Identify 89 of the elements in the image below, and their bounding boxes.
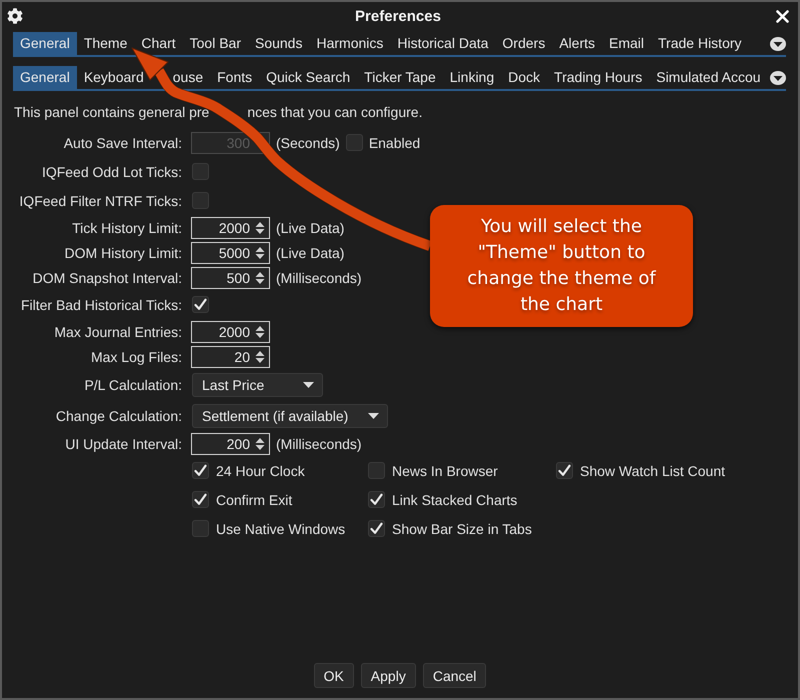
setting-label: IQFeed Odd Lot Ticks: bbox=[40, 164, 182, 180]
number-field[interactable]: 500 bbox=[191, 266, 270, 288]
checkbox[interactable] bbox=[192, 163, 209, 180]
stepper-arrows-icon[interactable] bbox=[255, 270, 265, 284]
checkbox-label: Use Native Windows bbox=[216, 520, 346, 536]
checkbox-label: Confirm Exit bbox=[216, 492, 292, 508]
checkbox[interactable] bbox=[368, 462, 385, 479]
tab[interactable]: Theme bbox=[76, 32, 134, 55]
callout-note: You will select the "Theme" button to change the theme of the chart bbox=[430, 205, 693, 327]
window-title: Preferences bbox=[355, 8, 441, 24]
more-tabs-icon[interactable] bbox=[770, 70, 786, 84]
checkmark-icon bbox=[194, 464, 207, 477]
stepper-arrows-icon[interactable] bbox=[255, 436, 265, 450]
cancel-button[interactable]: Cancel bbox=[422, 663, 486, 688]
number-field[interactable]: 200 bbox=[191, 432, 270, 454]
checkbox-label: Show Bar Size in Tabs bbox=[392, 520, 532, 536]
caret-down-icon bbox=[303, 382, 314, 388]
checkmark-icon bbox=[194, 298, 207, 311]
tab[interactable]: Trade History bbox=[651, 32, 749, 55]
close-icon[interactable] bbox=[776, 10, 789, 22]
tab[interactable]: Linking bbox=[442, 66, 502, 89]
settings-icon[interactable] bbox=[7, 8, 23, 24]
stepper-arrows-icon[interactable] bbox=[255, 350, 265, 364]
setting-label: UI Update Interval: bbox=[64, 436, 182, 452]
tab[interactable]: Dock bbox=[501, 66, 548, 89]
stepper-arrows-icon[interactable] bbox=[255, 324, 265, 338]
checkbox[interactable] bbox=[192, 491, 209, 508]
tab[interactable]: ouse bbox=[172, 66, 210, 89]
tab[interactable]: Sounds bbox=[248, 32, 310, 55]
checkmark-icon bbox=[370, 522, 383, 535]
setting-label: Max Log Files: bbox=[90, 348, 182, 364]
tab[interactable]: Trading Hours bbox=[547, 66, 650, 89]
setting-label: IQFeed Filter NTRF Ticks: bbox=[18, 192, 182, 208]
number-field[interactable]: 2000 bbox=[191, 320, 270, 342]
ok-button[interactable]: OK bbox=[314, 663, 354, 688]
tab[interactable]: Alerts bbox=[552, 32, 602, 55]
setting-label: Change Calculation: bbox=[54, 408, 182, 424]
tab[interactable]: Historical Data bbox=[390, 32, 496, 55]
stepper-arrows-icon[interactable] bbox=[255, 246, 265, 260]
checkbox-label: Enabled bbox=[368, 134, 420, 150]
setting-label: DOM History Limit: bbox=[64, 244, 182, 260]
checkbox-label: Show Watch List Count bbox=[580, 462, 725, 478]
unit-label: (Milliseconds) bbox=[276, 270, 362, 286]
setting-label: Auto Save Interval: bbox=[62, 134, 182, 150]
checkbox[interactable] bbox=[192, 462, 209, 479]
tab[interactable]: Orders bbox=[495, 32, 552, 55]
checkbox-label: Link Stacked Charts bbox=[392, 492, 518, 508]
checkmark-icon bbox=[194, 493, 207, 506]
description-text: This panel contains general pre bbox=[14, 104, 210, 120]
dropdown[interactable]: Settlement (if available) bbox=[192, 404, 388, 428]
tab[interactable]: Keyboard bbox=[76, 66, 151, 89]
unit-label: (Seconds) bbox=[276, 134, 340, 150]
tab[interactable]: Email bbox=[602, 32, 652, 55]
caret-down-icon bbox=[368, 412, 380, 418]
unit-label: (Live Data) bbox=[276, 244, 344, 260]
stepper-arrows-icon[interactable] bbox=[255, 220, 265, 234]
more-tabs-icon[interactable] bbox=[770, 36, 786, 50]
unit-label: (Live Data) bbox=[276, 220, 344, 236]
checkbox-label: 24 Hour Clock bbox=[216, 462, 305, 478]
checkbox[interactable] bbox=[192, 192, 209, 209]
tab[interactable]: Tool Bar bbox=[182, 32, 248, 55]
number-field[interactable]: 2000 bbox=[191, 216, 270, 238]
tab[interactable]: Harmonics bbox=[309, 32, 390, 55]
checkmark-icon bbox=[370, 493, 383, 506]
setting-label: Tick History Limit: bbox=[71, 220, 182, 236]
checkbox[interactable] bbox=[368, 520, 385, 537]
dropdown[interactable]: Last Price bbox=[192, 372, 323, 396]
checkbox[interactable] bbox=[556, 462, 573, 479]
tab[interactable]: Quick Search bbox=[259, 66, 358, 89]
tab[interactable]: Ticker Tape bbox=[357, 66, 443, 89]
tab[interactable]: General bbox=[13, 66, 77, 89]
number-field[interactable]: 5000 bbox=[191, 242, 270, 264]
checkbox[interactable] bbox=[192, 520, 209, 537]
setting-label: DOM Snapshot Interval: bbox=[32, 270, 182, 286]
checkbox[interactable] bbox=[192, 296, 209, 313]
tab[interactable]: Fonts bbox=[210, 66, 260, 89]
tab[interactable]: Chart bbox=[134, 32, 183, 55]
tab[interactable]: Simulated Accou bbox=[649, 66, 768, 89]
unit-label: (Milliseconds) bbox=[276, 436, 362, 452]
setting-label: P/L Calculation: bbox=[83, 376, 182, 392]
description-text: nces that you can configure. bbox=[247, 104, 422, 120]
checkbox-label: News In Browser bbox=[392, 462, 498, 478]
checkmark-icon bbox=[558, 464, 571, 477]
checkbox[interactable] bbox=[368, 491, 385, 508]
number-field[interactable]: 20 bbox=[191, 346, 270, 368]
tab[interactable]: General bbox=[13, 32, 77, 55]
setting-label: Filter Bad Historical Ticks: bbox=[20, 296, 182, 312]
apply-button[interactable]: Apply bbox=[360, 663, 416, 688]
setting-label: Max Journal Entries: bbox=[53, 324, 182, 340]
